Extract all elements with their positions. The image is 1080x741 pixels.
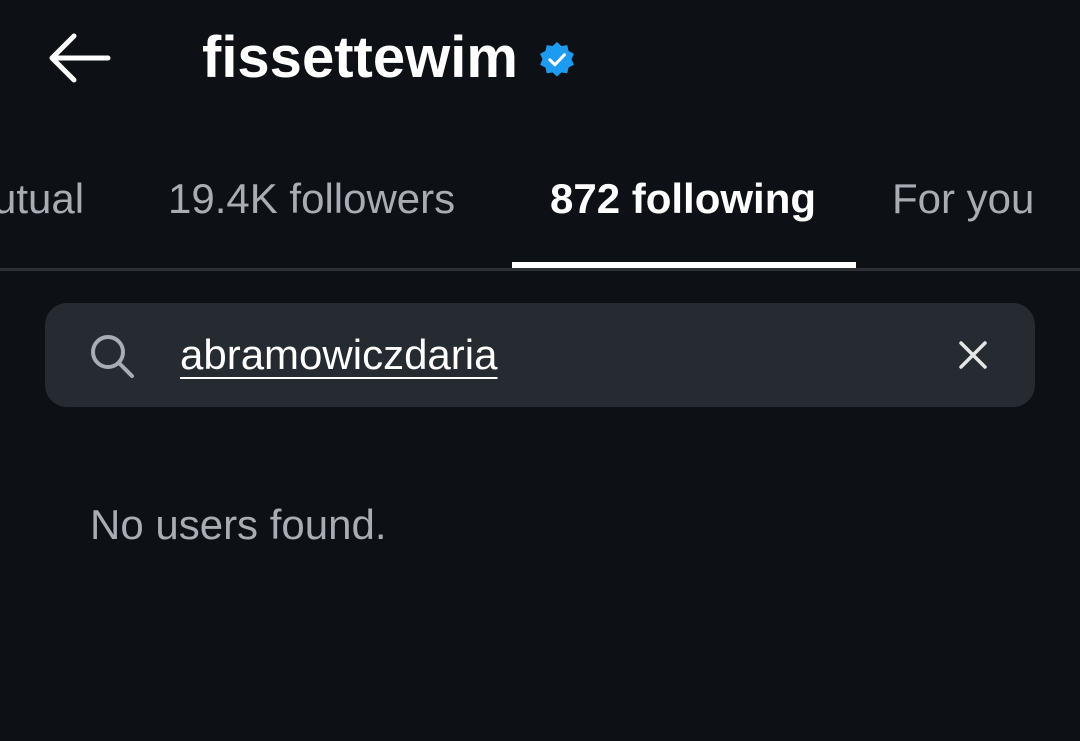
back-button[interactable]: [44, 28, 114, 88]
clear-search-button[interactable]: [948, 330, 998, 380]
search-input[interactable]: [180, 322, 840, 388]
arrow-left-icon: [49, 33, 111, 83]
username-title: fissettewim: [202, 25, 518, 90]
close-icon: [959, 341, 987, 369]
empty-results-message: No users found.: [90, 501, 387, 548]
tabs-divider: [0, 268, 1080, 271]
verified-badge-icon: [539, 41, 574, 77]
header: fissettewim: [0, 0, 1080, 120]
tab-bar: Mutual 19.4K followers 872 following For…: [0, 150, 1080, 270]
tab-followers[interactable]: 19.4K followers: [168, 178, 455, 220]
tab-following[interactable]: 872 following: [550, 178, 816, 220]
tab-for-you[interactable]: For you: [892, 178, 1034, 220]
search-icon: [91, 335, 134, 378]
profile-title: fissettewim: [202, 20, 576, 96]
tab-mutual[interactable]: Mutual: [0, 178, 84, 220]
